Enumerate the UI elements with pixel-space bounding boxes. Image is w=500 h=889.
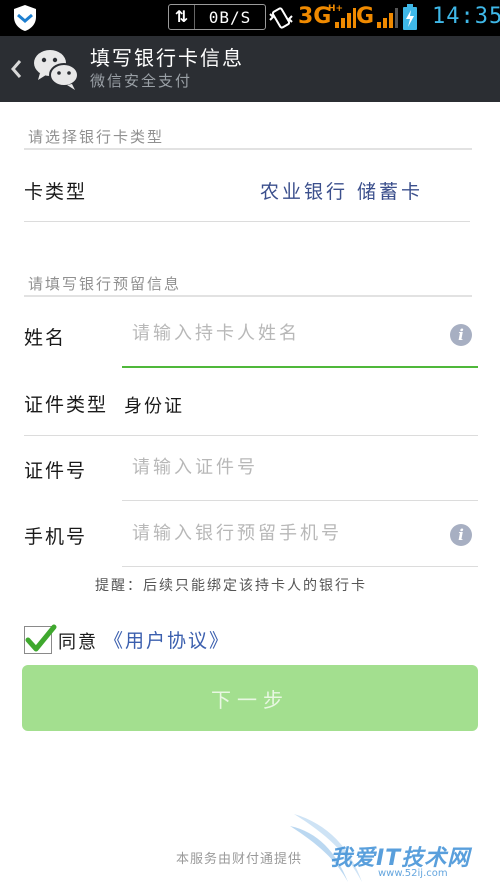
phone-input-underline bbox=[122, 566, 478, 567]
network-g-indicator: G bbox=[356, 4, 375, 29]
page-title: 填写银行卡信息 bbox=[90, 46, 244, 70]
agree-label: 同意 bbox=[58, 632, 98, 653]
info-icon[interactable]: i bbox=[450, 324, 472, 346]
service-provider-note: 本服务由财付通提供 bbox=[176, 852, 303, 867]
id-number-label: 证件号 bbox=[24, 460, 88, 482]
agree-checkbox[interactable] bbox=[24, 624, 57, 654]
signal-strength-icon bbox=[377, 8, 398, 28]
card-type-label: 卡类型 bbox=[24, 181, 88, 203]
next-step-button[interactable]: 下一步 bbox=[22, 665, 478, 731]
transfer-arrows-icon: ⇅ bbox=[169, 5, 195, 29]
user-agreement-link[interactable]: 《用户协议》 bbox=[104, 626, 230, 653]
info-section-prompt: 请填写银行预留信息 bbox=[28, 275, 182, 293]
info-icon[interactable]: i bbox=[450, 524, 472, 546]
divider bbox=[24, 295, 472, 297]
divider bbox=[24, 435, 478, 436]
wechat-icon bbox=[34, 50, 79, 90]
security-shield-icon bbox=[14, 5, 36, 31]
cardholder-name-input[interactable] bbox=[132, 318, 432, 348]
battery-charging-icon bbox=[403, 4, 417, 30]
phone-label: 手机号 bbox=[24, 526, 88, 548]
id-number-input[interactable] bbox=[132, 452, 432, 482]
nav-bar: 填写银行卡信息 微信安全支付 bbox=[0, 36, 500, 102]
network-3g-indicator: 3G H+ bbox=[298, 4, 343, 29]
phone-number-input[interactable] bbox=[132, 518, 432, 548]
watermark-url: www.52ij.com bbox=[378, 868, 448, 879]
clock: 14:35 bbox=[432, 4, 500, 29]
vibrate-icon bbox=[269, 7, 293, 29]
status-bar: ⇅ 0B/S 3G H+ G 14:35 bbox=[0, 0, 500, 36]
back-chevron-icon[interactable] bbox=[8, 56, 24, 82]
binding-hint: 提醒：后续只能绑定该持卡人的银行卡 bbox=[95, 578, 367, 594]
id-type-value[interactable]: 身份证 bbox=[124, 392, 184, 418]
name-label: 姓名 bbox=[24, 327, 67, 349]
card-section-prompt: 请选择银行卡类型 bbox=[28, 128, 165, 146]
card-type-value[interactable]: 农业银行 储蓄卡 bbox=[260, 177, 423, 204]
divider bbox=[24, 221, 470, 222]
name-input-underline bbox=[122, 366, 478, 368]
network-3g-label: 3G bbox=[298, 4, 332, 29]
page-subtitle: 微信安全支付 bbox=[90, 72, 193, 90]
id-type-label: 证件类型 bbox=[24, 394, 109, 416]
id-number-input-underline bbox=[122, 500, 478, 501]
signal-strength-icon bbox=[335, 8, 356, 28]
checkmark-icon bbox=[25, 624, 57, 652]
traffic-meter: ⇅ 0B/S bbox=[168, 4, 266, 30]
traffic-speed: 0B/S bbox=[208, 7, 252, 27]
divider bbox=[24, 148, 472, 150]
